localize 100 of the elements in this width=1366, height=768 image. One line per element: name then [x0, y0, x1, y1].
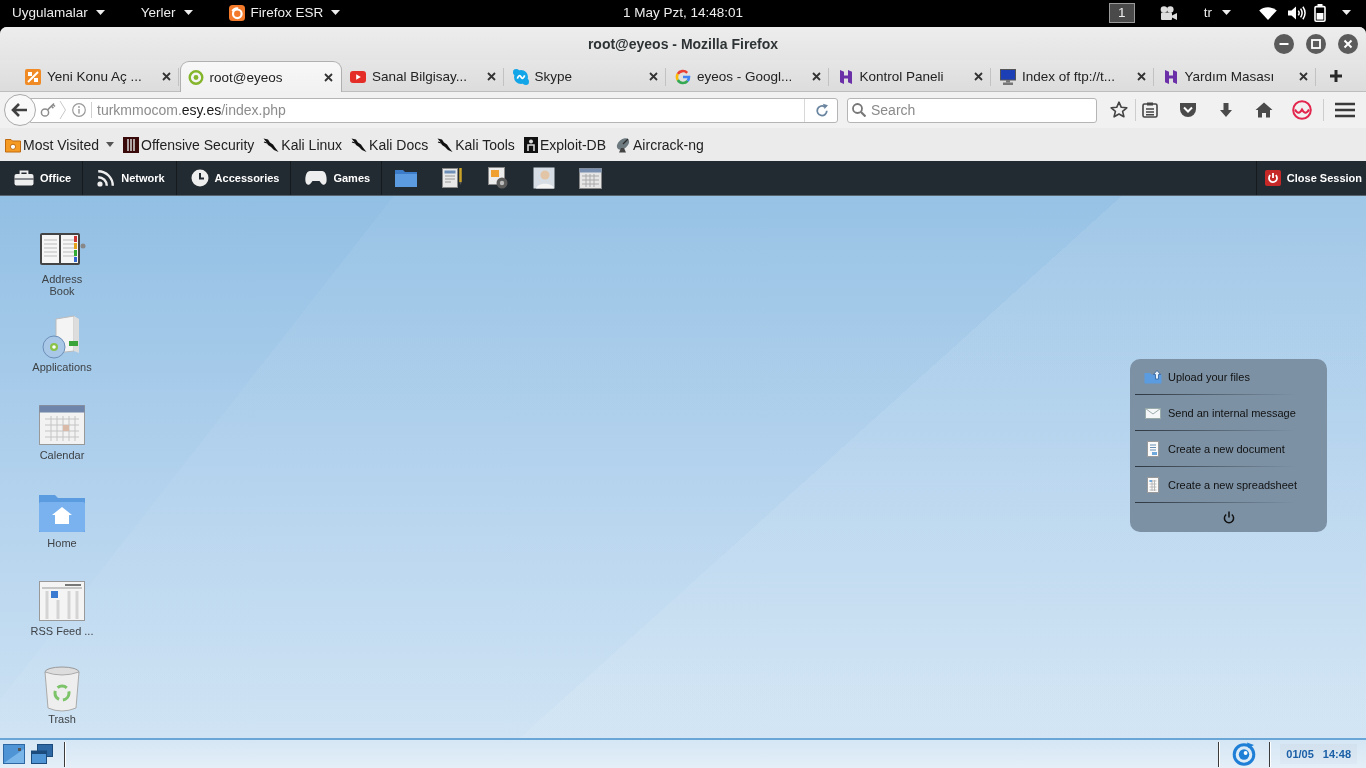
maximize-icon[interactable]	[1306, 33, 1326, 54]
document-pen-icon[interactable]	[441, 167, 464, 189]
window-title: root@eyeos - Mozilla Firefox	[587, 35, 779, 52]
caret-icon	[1222, 10, 1231, 15]
caret-icon[interactable]	[106, 142, 114, 147]
menu-button[interactable]: Network	[83, 161, 177, 195]
bubble-icon	[512, 68, 529, 85]
caret-icon	[183, 10, 193, 15]
feather-icon	[351, 136, 368, 153]
key-icon[interactable]	[40, 101, 66, 119]
wave-circle-icon[interactable]	[1292, 100, 1312, 120]
power-icon[interactable]	[1222, 511, 1235, 524]
folder-icon	[5, 136, 21, 153]
desktop-shortcut[interactable]: Home	[22, 489, 102, 577]
spreadsheet-icon	[1147, 477, 1159, 493]
star-icon[interactable]	[1110, 101, 1128, 119]
desktop-shortcut[interactable]: Applications	[22, 313, 102, 401]
feed-icon	[97, 169, 116, 187]
h-logo-icon	[1162, 68, 1179, 85]
play-icon	[350, 70, 366, 83]
eye-icon[interactable]	[1232, 742, 1257, 766]
close-session-button[interactable]: Close Session	[1255, 161, 1366, 195]
monitor-icon	[1000, 68, 1016, 85]
close-icon[interactable]	[324, 72, 333, 82]
person-tile-icon	[523, 136, 538, 153]
ring-icon	[187, 69, 204, 85]
reading-list-icon[interactable]	[1142, 102, 1158, 118]
back-icon[interactable]	[4, 94, 36, 126]
wifi-icon	[1259, 5, 1277, 20]
menu-button[interactable]: Uygulamalar	[12, 5, 105, 20]
bookmark-link[interactable]: Kali Linux	[263, 136, 343, 153]
info-icon[interactable]	[72, 103, 86, 117]
menu-button[interactable]: Accessories	[176, 161, 292, 195]
desktop-icon[interactable]	[3, 744, 25, 764]
search-field[interactable]: Search	[847, 97, 1097, 123]
upload-folder-icon	[1144, 370, 1162, 384]
battery-icon	[1314, 3, 1326, 22]
caret-icon	[331, 10, 341, 15]
address-book-icon	[38, 232, 86, 266]
person-icon[interactable]	[533, 167, 556, 189]
satellite-dish-icon	[615, 136, 631, 153]
keyboard-layout-button[interactable]: tr	[1203, 5, 1231, 20]
clock[interactable]: 1 May Pzt, 14:48:01	[622, 5, 744, 20]
minimize-icon[interactable]	[1274, 33, 1294, 54]
h-logo-icon	[837, 68, 854, 85]
chevron-shield-icon[interactable]	[1179, 102, 1197, 118]
menu-button[interactable]: Firefox ESR	[228, 4, 341, 21]
folder-icon[interactable]	[395, 169, 418, 187]
recycle-bin-icon	[43, 665, 81, 713]
home-folder-icon	[38, 493, 86, 533]
projector-icon[interactable]	[487, 167, 510, 189]
bookmark-link[interactable]: Aircrack-ng	[615, 136, 704, 153]
close-icon[interactable]	[161, 72, 171, 81]
bookmark-link[interactable]: Kali Docs	[351, 136, 429, 153]
browser-tab[interactable]: root@eyeos	[179, 61, 342, 92]
home-icon[interactable]	[1255, 102, 1273, 118]
menu-button[interactable]: Office	[0, 161, 84, 195]
close-icon[interactable]	[811, 72, 821, 81]
menu-button[interactable]: Yerler	[140, 5, 193, 20]
feather-icon	[437, 136, 454, 153]
download-icon[interactable]	[1218, 102, 1234, 118]
bookmark-folder[interactable]: Most Visited	[5, 136, 114, 153]
app-logo-icon	[228, 4, 245, 21]
bookmark-link[interactable]: Exploit-DB	[523, 136, 606, 153]
search-icon	[852, 103, 866, 117]
bookmark-link[interactable]: Kali Tools	[437, 136, 515, 153]
workspace-indicator[interactable]: 1	[1108, 2, 1135, 23]
taskbar-date: 01/05	[1286, 748, 1314, 760]
menu-icon[interactable]	[1335, 102, 1355, 118]
desktop-shortcut[interactable]: Trash	[22, 665, 102, 725]
windows-icon[interactable]	[31, 744, 53, 764]
calendar-icon[interactable]	[579, 167, 603, 189]
percent-tile-icon	[25, 68, 41, 85]
power-icon	[1264, 170, 1281, 186]
close-icon[interactable]	[486, 72, 496, 81]
close-icon[interactable]	[1299, 72, 1308, 81]
feather-icon	[263, 136, 280, 153]
plus-icon[interactable]	[1330, 70, 1342, 82]
briefcase-icon	[14, 170, 34, 186]
newspaper-icon	[39, 581, 85, 621]
close-icon[interactable]	[649, 72, 658, 81]
close-icon[interactable]	[1338, 33, 1358, 54]
taskbar-time: 14:48	[1322, 748, 1351, 760]
striped-tile-icon	[123, 136, 139, 153]
close-icon[interactable]	[974, 72, 983, 81]
gamepad-icon	[305, 170, 328, 186]
clock-icon	[190, 169, 209, 187]
reload-icon[interactable]	[815, 103, 829, 117]
bookmark-link[interactable]: Offensive Security	[123, 136, 255, 153]
desktop-shortcut[interactable]: Calendar	[22, 401, 102, 489]
calendar-icon	[39, 405, 85, 445]
document-icon	[1147, 441, 1159, 457]
video-camera-icon	[1158, 5, 1177, 20]
address-field[interactable]: turkmmocom.esy.es/index.php	[30, 97, 838, 123]
desktop-shortcut[interactable]: RSS Feed ...	[22, 577, 102, 665]
close-icon[interactable]	[1136, 72, 1146, 81]
desktop-shortcut[interactable]: Address Book	[22, 225, 102, 313]
volume-icon	[1288, 5, 1306, 20]
menu-button[interactable]: Games	[291, 161, 383, 195]
caret-icon	[1342, 10, 1351, 15]
